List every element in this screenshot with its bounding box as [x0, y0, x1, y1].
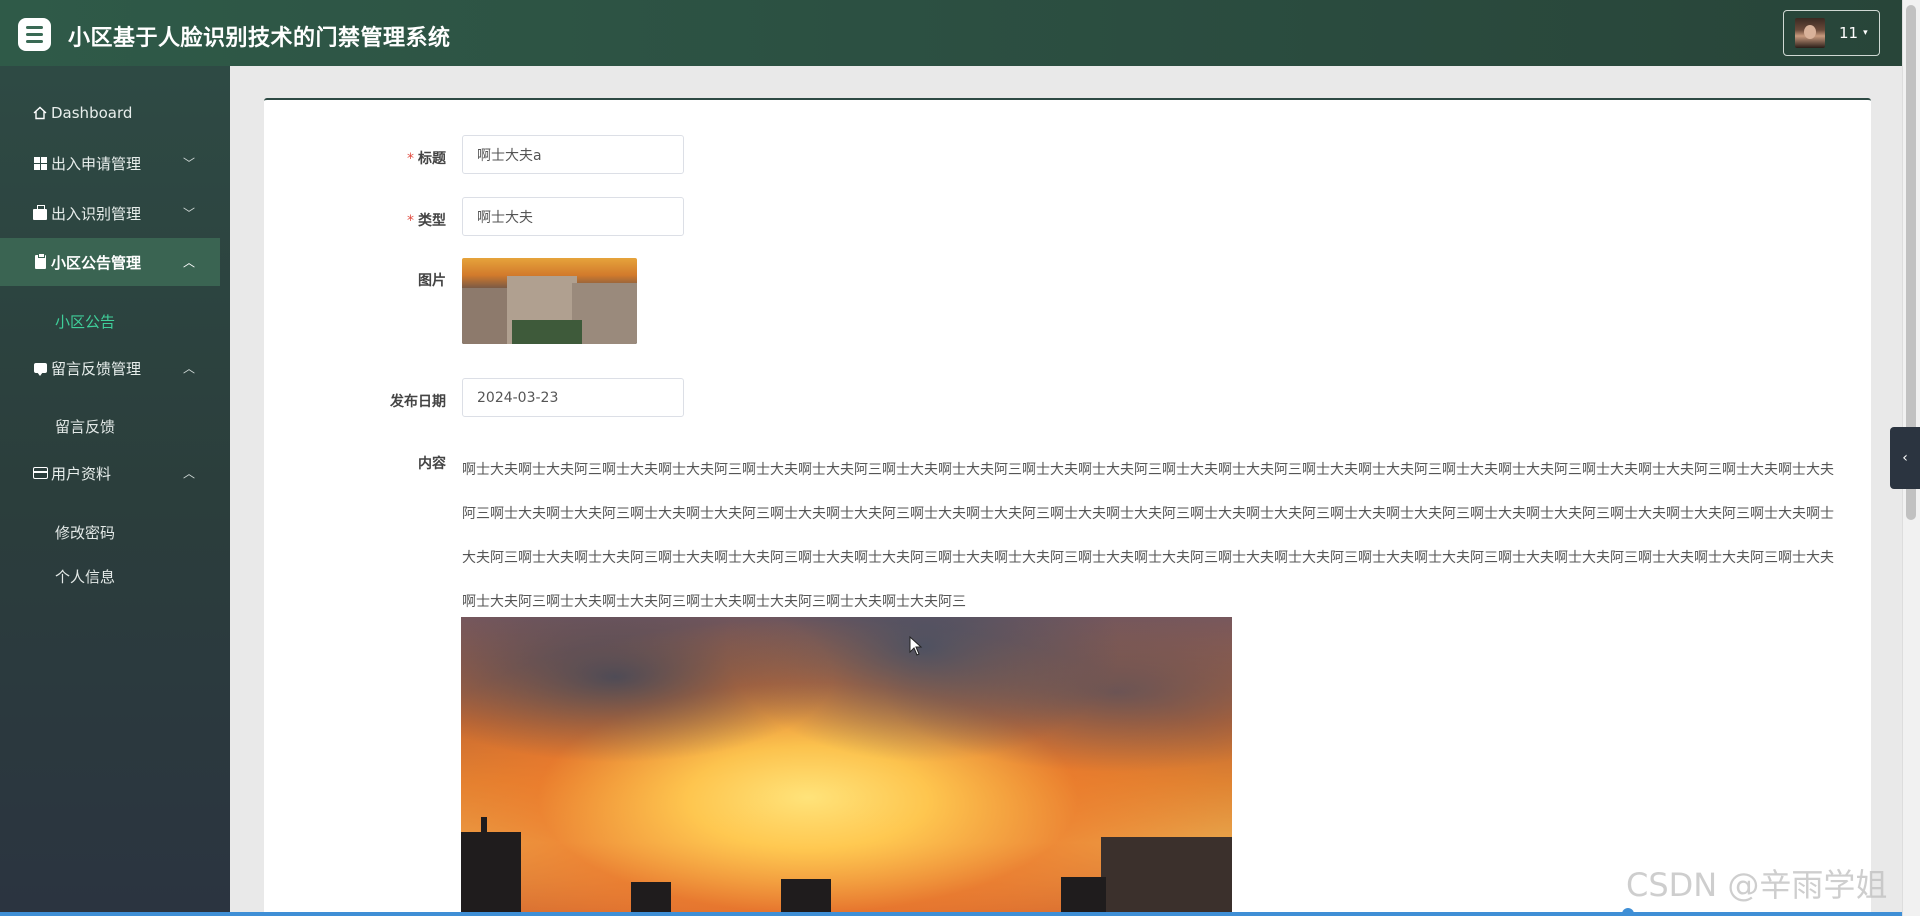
publish-date-label: 发布日期	[390, 394, 446, 410]
avatar	[1795, 18, 1825, 48]
sidebar-subitem-change-password[interactable]: 修改密码	[55, 522, 115, 543]
type-field[interactable]: 啊士大夫	[462, 197, 684, 236]
chevron-down-icon: ﹀	[183, 156, 196, 171]
title-field[interactable]: 啊士大夫a	[462, 135, 684, 174]
user-name: 11	[1839, 24, 1859, 42]
image-label: 图片	[418, 273, 446, 289]
id-card-icon	[32, 465, 48, 481]
chevron-left-icon: ‹	[1902, 450, 1908, 466]
notice-thumbnail-image[interactable]	[462, 258, 637, 344]
required-mark: *	[407, 213, 414, 229]
publish-date-field[interactable]: 2024-03-23	[462, 378, 684, 417]
sidebar-item-label: 留言反馈管理	[51, 359, 142, 378]
app-title: 小区基于人脸识别技术的门禁管理系统	[68, 26, 451, 51]
user-menu-button[interactable]: 11 ▾	[1783, 10, 1880, 56]
watermark: CSDN @辛雨学姐	[1626, 866, 1888, 904]
content-image	[461, 617, 1232, 916]
menu-toggle-button[interactable]	[18, 18, 51, 51]
content-text: 啊士大夫啊士大夫阿三啊士大夫啊士大夫阿三啊士大夫啊士大夫阿三啊士大夫啊士大夫阿三…	[462, 462, 1834, 610]
sidebar-item-dashboard[interactable]: Dashboard	[0, 89, 220, 137]
sidebar-item-label: 出入申请管理	[51, 154, 142, 173]
sidebar-item-label: 小区公告管理	[51, 253, 142, 272]
horizontal-scrollbar[interactable]	[0, 912, 1902, 916]
chevron-up-icon: ︿	[183, 361, 196, 376]
chevron-up-icon: ︿	[183, 466, 196, 481]
sidebar-subitem-profile[interactable]: 个人信息	[55, 566, 115, 587]
required-mark: *	[407, 151, 414, 167]
sidebar-item-label: 出入识别管理	[51, 204, 142, 223]
sidebar: Dashboard 出入申请管理 ﹀ 出入识别管理 ﹀ 小区公告管理 ︿ 小区公…	[0, 66, 230, 916]
content-label: 内容	[418, 456, 446, 472]
detail-panel: * 标题 啊士大夫a * 类型 啊士大夫 图片 发布日期 2024-03-23 内容…	[264, 98, 1871, 916]
title-label: * 标题	[407, 151, 446, 167]
caret-down-icon: ▾	[1863, 28, 1868, 38]
clipboard-icon	[32, 253, 48, 270]
hamburger-icon	[26, 26, 43, 29]
sidebar-item-user-profile[interactable]: 用户资料 ︿	[0, 449, 220, 497]
sidebar-item-label: Dashboard	[51, 104, 133, 122]
scrollbar-handle[interactable]	[1622, 908, 1634, 916]
sidebar-subitem-notice[interactable]: 小区公告	[55, 311, 115, 332]
top-header: 小区基于人脸识别技术的门禁管理系统 11 ▾	[0, 0, 1902, 66]
chevron-up-icon: ︿	[183, 255, 196, 270]
sidebar-item-label: 用户资料	[51, 464, 112, 483]
sidebar-item-notice-management[interactable]: 小区公告管理 ︿	[0, 238, 220, 286]
sidebar-item-access-application[interactable]: 出入申请管理 ﹀	[0, 139, 220, 187]
grid-icon	[32, 155, 48, 171]
home-icon	[32, 105, 48, 121]
sidebar-subitem-feedback[interactable]: 留言反馈	[55, 416, 115, 437]
chevron-down-icon: ﹀	[183, 206, 196, 221]
message-icon	[32, 360, 48, 376]
type-label: * 类型	[407, 213, 446, 229]
briefcase-icon	[32, 204, 48, 221]
sidebar-item-access-recognition[interactable]: 出入识别管理 ﹀	[0, 189, 220, 237]
sidebar-item-feedback-management[interactable]: 留言反馈管理 ︿	[0, 344, 220, 392]
side-drawer-toggle[interactable]: ‹	[1890, 427, 1920, 489]
